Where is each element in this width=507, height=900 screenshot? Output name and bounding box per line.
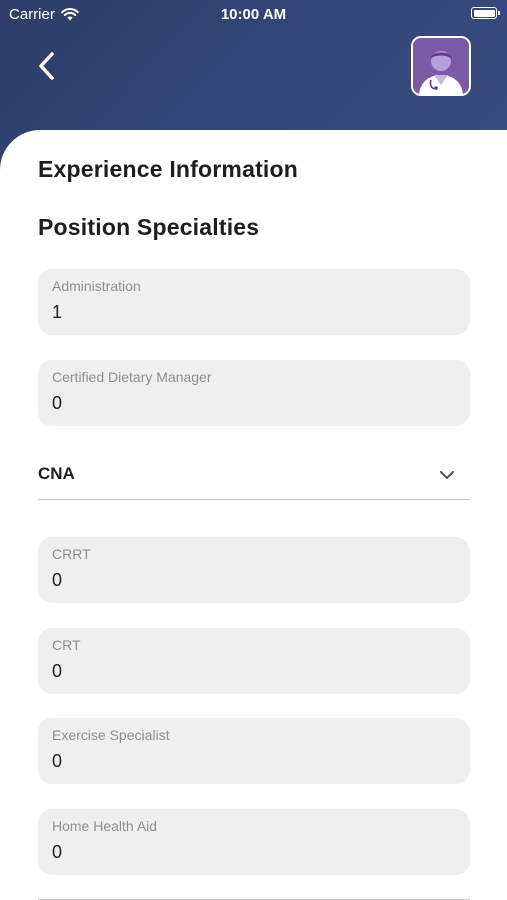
page-title: Experience Information: [38, 156, 299, 182]
field-crrt[interactable]: CRRT 0: [38, 537, 470, 603]
field-administration[interactable]: Administration 1: [38, 269, 470, 335]
field-value[interactable]: 1: [52, 301, 456, 323]
status-bar: Carrier 10:00 AM: [0, 0, 507, 28]
field-label: Certified Dietary Manager: [52, 369, 212, 385]
chevron-down-icon: [440, 471, 454, 479]
status-time: 10:00 AM: [220, 6, 287, 23]
field-label: Administration: [52, 278, 141, 294]
nurse-avatar-icon: [413, 38, 469, 94]
field-value[interactable]: 0: [52, 660, 456, 682]
field-value[interactable]: 0: [52, 569, 456, 591]
field-certified-dietary-manager[interactable]: Certified Dietary Manager 0: [38, 360, 470, 426]
field-label: Home Health Aid: [52, 818, 158, 834]
field-value[interactable]: 0: [52, 750, 456, 772]
field-value[interactable]: 0: [52, 841, 456, 863]
content-sheet: [0, 130, 507, 900]
field-label: Exercise Specialist: [52, 727, 170, 743]
field-home-health-aid[interactable]: Home Health Aid 0: [38, 809, 470, 875]
profile-avatar[interactable]: [411, 36, 471, 96]
chevron-left-icon: [39, 52, 54, 80]
field-value[interactable]: 0: [52, 392, 456, 414]
dropdown-label: CNA: [38, 464, 75, 483]
section-title: Position Specialties: [38, 214, 260, 240]
back-button[interactable]: [30, 48, 66, 84]
field-crt[interactable]: CRT 0: [38, 628, 470, 694]
battery-icon: [471, 7, 500, 19]
specialty-dropdown-cna[interactable]: CNA: [38, 452, 470, 500]
field-label: CRRT: [52, 546, 91, 562]
field-exercise-specialist[interactable]: Exercise Specialist 0: [38, 718, 470, 784]
field-label: CRT: [52, 637, 81, 653]
